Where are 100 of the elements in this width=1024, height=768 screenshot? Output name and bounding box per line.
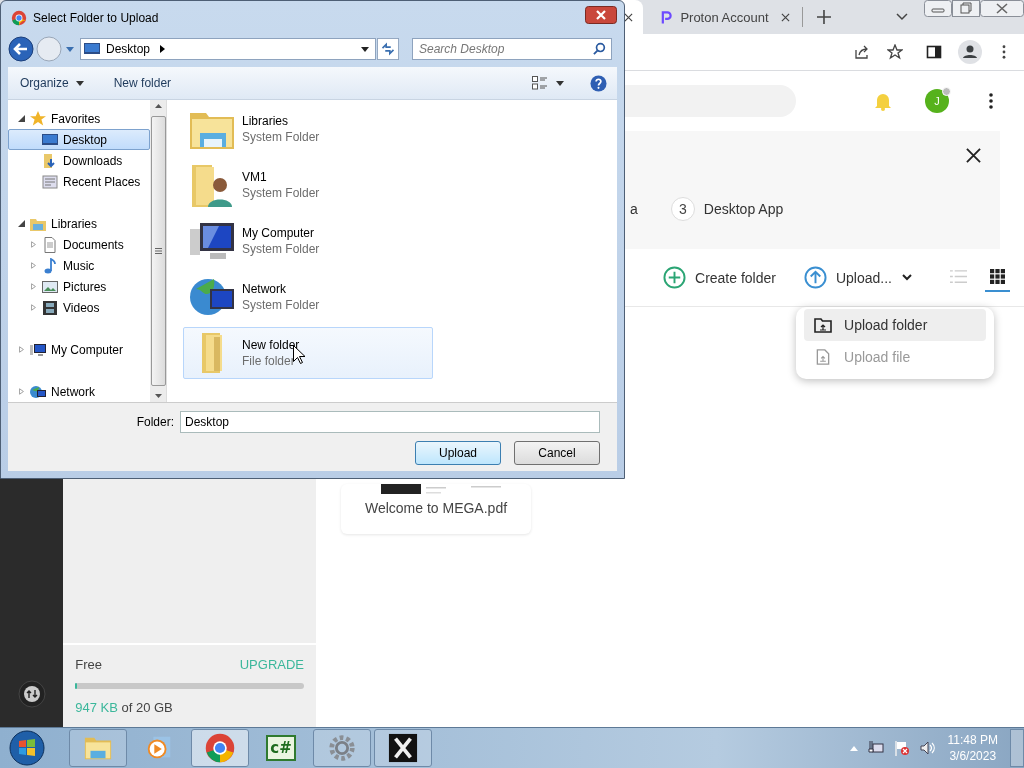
desktop-icon bbox=[84, 43, 100, 55]
dialog-title: Select Folder to Upload bbox=[33, 11, 160, 25]
tree-item[interactable]: Videos bbox=[8, 297, 150, 318]
x-logo-icon bbox=[388, 733, 418, 763]
tree-item[interactable]: My Computer bbox=[8, 339, 150, 360]
item-type: System Folder bbox=[242, 242, 320, 256]
plan-label: Free bbox=[75, 657, 102, 672]
item-type: System Folder bbox=[242, 298, 320, 312]
action-center-flag-icon[interactable] bbox=[893, 740, 910, 756]
plus-circle-icon bbox=[663, 266, 686, 289]
caret-icon bbox=[75, 80, 84, 86]
folder-item[interactable]: Network System Folder bbox=[183, 271, 433, 323]
folder-label: Folder: bbox=[136, 415, 174, 429]
close-icon[interactable] bbox=[966, 148, 981, 163]
star-icon bbox=[30, 110, 46, 127]
picture-icon bbox=[42, 278, 58, 295]
tree-item[interactable]: Libraries bbox=[8, 213, 150, 234]
refresh-icon[interactable] bbox=[376, 38, 400, 60]
toolbar-button[interactable]: Create folder bbox=[663, 266, 776, 289]
item-type: File folder bbox=[242, 354, 296, 368]
folder-item[interactable]: Libraries System Folder bbox=[183, 103, 433, 155]
tree-item[interactable]: Network bbox=[8, 381, 150, 402]
film-icon bbox=[42, 299, 58, 316]
network-icon bbox=[30, 383, 46, 400]
minimize-icon[interactable] bbox=[924, 0, 952, 17]
step-label[interactable]: a bbox=[630, 201, 638, 217]
folder-item[interactable]: VM1 System Folder bbox=[183, 159, 433, 211]
tree-item[interactable]: Music bbox=[8, 255, 150, 276]
tree-item[interactable]: Favorites bbox=[8, 108, 150, 129]
chevron-down-icon[interactable] bbox=[896, 13, 908, 21]
folder-item[interactable]: My Computer System Folder bbox=[183, 215, 433, 267]
menu-icon[interactable] bbox=[989, 93, 993, 109]
breadcrumb-arrow-icon bbox=[160, 45, 166, 53]
view-options-icon[interactable] bbox=[532, 76, 548, 90]
sync-icon[interactable] bbox=[17, 680, 46, 708]
help-icon[interactable] bbox=[590, 74, 607, 92]
toolbar-button[interactable]: Upload... bbox=[803, 266, 892, 289]
volume-icon[interactable] bbox=[919, 740, 936, 756]
search-icon bbox=[593, 42, 606, 55]
music-note-icon bbox=[42, 257, 58, 274]
expanded-arrow-icon bbox=[18, 220, 25, 227]
profile-icon[interactable] bbox=[958, 40, 982, 64]
share-icon[interactable] bbox=[854, 44, 870, 60]
close-icon[interactable] bbox=[624, 12, 634, 22]
close-icon[interactable] bbox=[585, 6, 617, 24]
collapsed-arrow-icon bbox=[30, 262, 37, 269]
new-tab-icon[interactable] bbox=[817, 10, 832, 24]
menu-item[interactable]: Upload folder bbox=[804, 309, 986, 341]
csharp-logo: c# bbox=[266, 735, 296, 761]
command-button[interactable]: New folder bbox=[113, 76, 172, 90]
collapsed-arrow-icon bbox=[18, 346, 25, 353]
folder-field[interactable]: Desktop bbox=[180, 411, 600, 433]
search-field[interactable]: Search Desktop bbox=[412, 38, 612, 60]
folder-item[interactable]: New folder File folder bbox=[183, 327, 433, 379]
command-button[interactable]: Organize bbox=[20, 76, 84, 90]
item-type: System Folder bbox=[242, 130, 320, 144]
network-status-icon[interactable] bbox=[867, 740, 884, 756]
address-bar[interactable]: Desktop bbox=[80, 38, 376, 60]
side-panel-icon[interactable] bbox=[926, 44, 942, 60]
tree-item[interactable]: Pictures bbox=[8, 276, 150, 297]
item-type: System Folder bbox=[242, 186, 320, 200]
gear-icon bbox=[327, 733, 357, 763]
upload-button[interactable]: Upload bbox=[415, 441, 501, 465]
item-name: Network bbox=[242, 282, 287, 296]
cancel-button[interactable]: Cancel bbox=[514, 441, 600, 465]
close-icon[interactable] bbox=[781, 12, 791, 22]
chrome-logo-icon bbox=[205, 733, 235, 763]
star-icon[interactable] bbox=[887, 44, 903, 60]
tree-item[interactable]: Recent Places bbox=[8, 171, 150, 192]
tree-item[interactable]: Downloads bbox=[8, 150, 150, 171]
list-view-icon bbox=[950, 269, 967, 284]
restore-icon[interactable] bbox=[952, 0, 980, 17]
folder-icon bbox=[202, 333, 222, 373]
expanded-arrow-icon bbox=[18, 115, 25, 122]
start-button[interactable] bbox=[9, 730, 45, 766]
downloads-folder-icon bbox=[42, 152, 58, 169]
browser-tab[interactable]: Proton Account bbox=[643, 7, 804, 27]
back-icon[interactable] bbox=[8, 36, 34, 62]
collapsed-arrow-icon bbox=[30, 304, 37, 311]
scroll-down-arrow-icon[interactable] bbox=[154, 394, 162, 398]
grid-view-icon bbox=[989, 269, 1006, 284]
taskbar-app[interactable] bbox=[374, 729, 432, 767]
step-label[interactable]: Desktop App bbox=[703, 201, 784, 217]
collapsed-arrow-icon bbox=[30, 283, 37, 290]
tree-item[interactable]: Desktop bbox=[8, 129, 150, 150]
chrome-logo-icon bbox=[11, 10, 27, 26]
scroll-up-arrow-icon[interactable] bbox=[154, 104, 162, 108]
grip-icon bbox=[154, 248, 162, 254]
step-number: 3 bbox=[670, 197, 695, 221]
recent-places-icon bbox=[42, 173, 58, 190]
caret-icon bbox=[361, 46, 369, 52]
file-card[interactable]: Welcome to MEGA.pdf bbox=[341, 484, 531, 534]
tree-item[interactable]: Documents bbox=[8, 234, 150, 255]
proton-logo-icon bbox=[661, 10, 673, 24]
menu-icon[interactable] bbox=[1002, 45, 1006, 59]
document-icon bbox=[42, 236, 58, 253]
computer-icon bbox=[30, 341, 46, 358]
taskbar-app[interactable]: c# bbox=[252, 729, 310, 767]
chevron-down-icon[interactable] bbox=[902, 274, 912, 281]
scrollbar[interactable] bbox=[150, 100, 166, 402]
